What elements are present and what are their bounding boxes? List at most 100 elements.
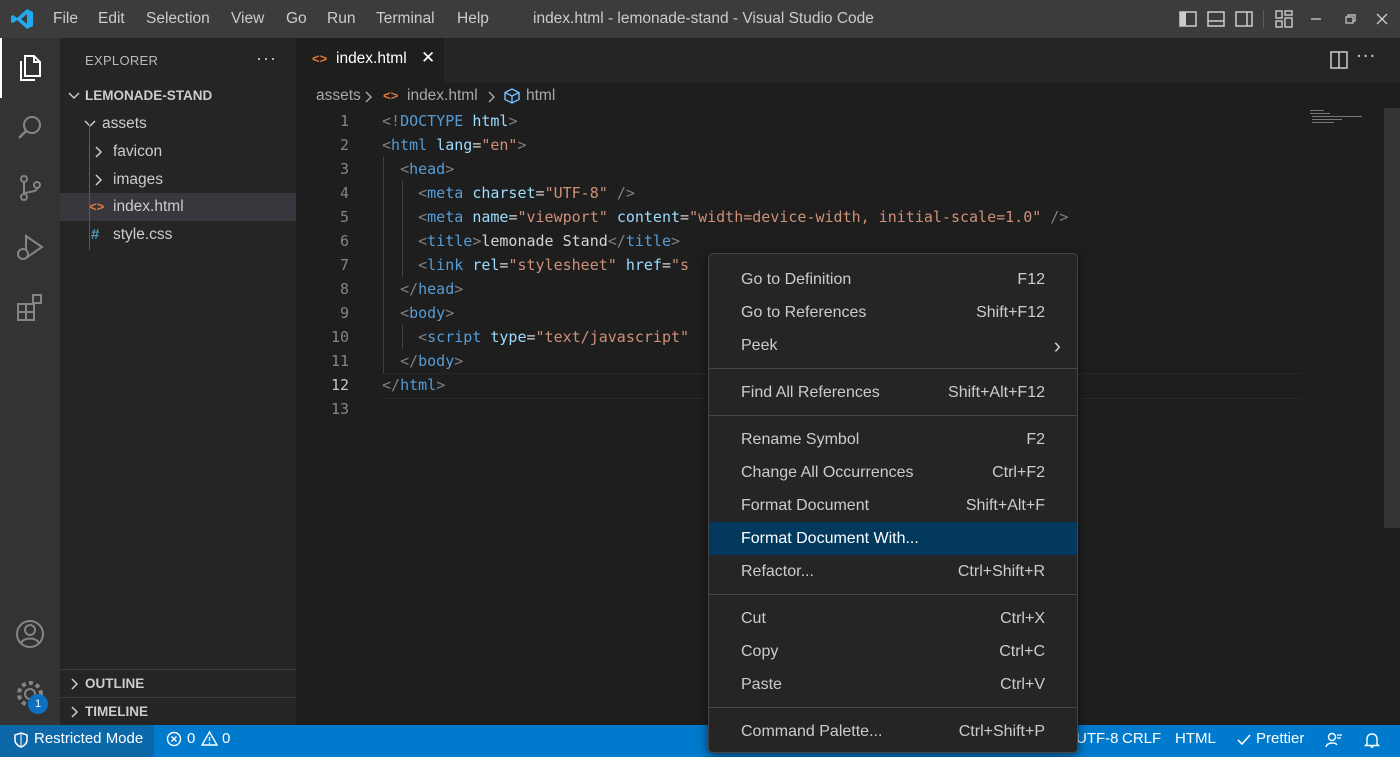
code-line[interactable]: <link rel="stylesheet" href="s (382, 253, 689, 277)
context-menu-item[interactable]: Find All References Shift+Alt+F12 (709, 376, 1077, 409)
code-token: head (409, 160, 446, 178)
code-token: charset (472, 184, 536, 202)
code-token: /> (616, 184, 635, 202)
accounts-icon[interactable] (14, 618, 46, 650)
code-line[interactable]: <title>lemonade Stand</title> (382, 229, 680, 253)
menu-run[interactable]: Run (327, 0, 355, 38)
minimap[interactable] (1308, 108, 1368, 128)
code-token: head (418, 280, 455, 298)
line-number: 11 (330, 352, 349, 370)
menu-edit[interactable]: Edit (98, 0, 125, 38)
run-debug-icon[interactable] (14, 232, 46, 264)
outline-label: OUTLINE (85, 676, 145, 691)
menu-go[interactable]: Go (286, 0, 307, 38)
code-line[interactable]: <html lang="en"> (382, 133, 527, 157)
menu-separator (709, 415, 1077, 416)
code-token: < (418, 232, 428, 250)
project-folder[interactable]: LEMONADE-STAND (60, 82, 296, 110)
context-menu-item[interactable]: Rename Symbol F2 (709, 423, 1077, 456)
code-line[interactable]: <!DOCTYPE html> (382, 109, 517, 133)
prettier-indicator[interactable]: Prettier (1236, 725, 1316, 757)
chevron-down-icon (68, 92, 80, 100)
close-window-icon[interactable] (1372, 9, 1392, 29)
eol-indicator[interactable]: CRLF (1122, 725, 1161, 757)
code-token: < (418, 184, 428, 202)
code-line[interactable]: <script type="text/javascript" (382, 325, 689, 349)
breadcrumb-item[interactable]: assets (316, 87, 361, 105)
code-line[interactable]: <meta name="viewport" content="width=dev… (382, 205, 1068, 229)
more-actions-button[interactable]: ··· (1356, 46, 1376, 67)
tree-folder-images[interactable]: images (60, 166, 296, 194)
language-mode-indicator[interactable]: HTML (1175, 725, 1216, 757)
restricted-mode-indicator[interactable]: Restricted Mode (0, 725, 154, 757)
explorer-sidebar: EXPLORER ··· LEMONADE-STAND assets favic… (60, 38, 296, 725)
source-control-icon[interactable] (14, 172, 46, 204)
context-menu-item[interactable]: Change All Occurrences Ctrl+F2 (709, 456, 1077, 489)
code-line[interactable]: </body> (382, 349, 463, 373)
menu-terminal[interactable]: Terminal (376, 0, 435, 38)
menu-item-shortcut: F12 (1017, 271, 1045, 288)
minimize-icon[interactable] (1306, 9, 1326, 29)
editor-context-menu: Go to Definition F12 Go to References Shift… (708, 253, 1078, 753)
context-menu-item[interactable]: Refactor... Ctrl+Shift+R (709, 555, 1077, 588)
context-menu-item[interactable]: Go to References Shift+F12 (709, 296, 1077, 329)
customize-layout-icon[interactable] (1274, 9, 1294, 29)
outline-section[interactable]: OUTLINE (60, 670, 296, 698)
context-menu-item[interactable]: Cut Ctrl+X (709, 602, 1077, 635)
code-line[interactable]: <meta charset="UTF-8" /> (382, 181, 635, 205)
context-menu-item[interactable]: Go to Definition F12 (709, 263, 1077, 296)
toggle-panel-icon[interactable] (1206, 9, 1226, 29)
toggle-secondary-sidebar-icon[interactable] (1234, 9, 1254, 29)
menu-selection[interactable]: Selection (146, 0, 210, 38)
encoding-indicator[interactable]: UTF-8 (1076, 725, 1119, 757)
tree-folder-favicon[interactable]: favicon (60, 138, 296, 166)
problems-indicator[interactable]: 0 0 (160, 725, 242, 757)
close-tab-icon[interactable]: ✕ (421, 48, 435, 68)
context-menu-item[interactable]: Paste Ctrl+V (709, 668, 1077, 701)
active-activity-indicator (0, 38, 2, 98)
code-line[interactable]: <body> (382, 301, 454, 325)
context-menu-item[interactable]: Command Palette... Ctrl+Shift+P (709, 715, 1077, 748)
code-token: > (472, 232, 482, 250)
file-label: index.html (113, 198, 184, 215)
context-menu-item[interactable]: Peek › (709, 329, 1077, 362)
menu-file[interactable]: File (53, 0, 78, 38)
toggle-primary-sidebar-icon[interactable] (1178, 9, 1198, 29)
context-menu-item[interactable]: Format Document With... (709, 522, 1077, 555)
search-icon[interactable] (14, 112, 46, 144)
split-editor-icon[interactable] (1329, 50, 1349, 70)
menu-help[interactable]: Help (457, 0, 489, 38)
explorer-icon[interactable] (14, 52, 46, 84)
code-line[interactable]: </html> (382, 373, 445, 397)
breadcrumb-item[interactable]: index.html (407, 87, 478, 105)
feedback-icon[interactable] (1325, 731, 1343, 749)
breadcrumb-item[interactable]: html (526, 87, 555, 105)
more-actions-button[interactable]: ··· (256, 48, 277, 69)
vscode-logo-icon (11, 9, 33, 29)
tree-file-index-html[interactable]: <> index.html (60, 193, 296, 221)
editor-scrollbar[interactable] (1384, 108, 1400, 528)
code-line[interactable]: <head> (382, 157, 454, 181)
tab-index-html[interactable]: <> index.html ✕ (296, 38, 444, 82)
code-token: href (625, 256, 662, 274)
menu-item-shortcut: F2 (1026, 431, 1045, 448)
folder-label: assets (102, 115, 147, 132)
context-menu-item[interactable]: Copy Ctrl+C (709, 635, 1077, 668)
context-menu-item[interactable]: Format Document Shift+Alt+F (709, 489, 1077, 522)
restore-icon[interactable] (1340, 9, 1360, 29)
chevron-right-icon (488, 91, 495, 103)
timeline-section[interactable]: TIMELINE (60, 698, 296, 726)
tree-file-style-css[interactable]: # style.css (60, 221, 296, 249)
extensions-icon[interactable] (14, 292, 46, 324)
menu-view[interactable]: View (231, 0, 264, 38)
notifications-bell-icon[interactable] (1363, 731, 1381, 749)
menu-item-label: Go to Definition (741, 271, 852, 288)
code-line[interactable]: </head> (382, 277, 463, 301)
tree-folder-assets[interactable]: assets (60, 110, 296, 138)
